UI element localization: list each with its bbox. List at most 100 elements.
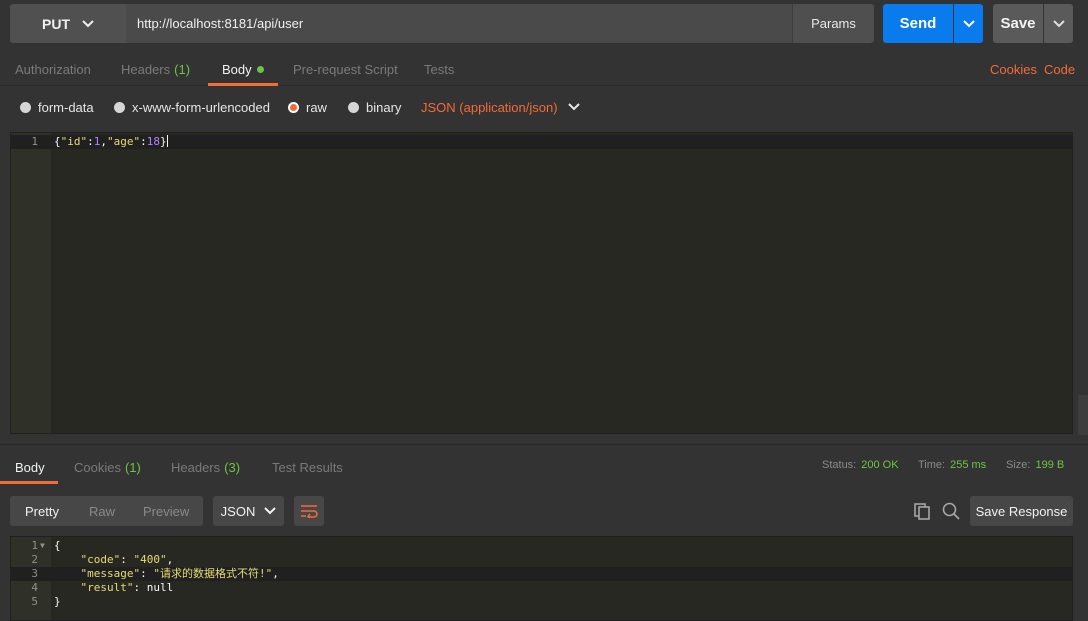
- tab-headers[interactable]: Headers (1): [121, 52, 190, 86]
- code-token: ,: [166, 553, 174, 566]
- status-label: Status:: [822, 459, 857, 471]
- view-label: Pretty: [25, 503, 59, 519]
- response-size: Size: 199 B: [1006, 450, 1064, 480]
- tab-tests[interactable]: Tests: [424, 52, 454, 86]
- radio-label: x-www-form-urlencoded: [132, 99, 270, 115]
- radio-label: binary: [366, 99, 402, 115]
- code-token: :: [140, 135, 147, 148]
- content-type-label: JSON (application/json): [421, 99, 558, 115]
- time-value: 255 ms: [950, 459, 987, 471]
- response-status: Status: 200 OK: [822, 450, 899, 480]
- copy-icon: [914, 503, 930, 520]
- save-response-button[interactable]: Save Response: [970, 496, 1073, 526]
- code-token: :: [87, 135, 94, 148]
- copy-button[interactable]: [910, 496, 934, 526]
- search-icon: [942, 502, 960, 520]
- tab-response-headers[interactable]: Headers (3): [171, 450, 240, 484]
- tab-test-results[interactable]: Test Results: [272, 450, 343, 484]
- response-format-select[interactable]: JSON: [213, 496, 284, 526]
- tab-count: (3): [224, 459, 241, 475]
- send-button[interactable]: Send: [883, 4, 953, 43]
- response-time: Time: 255 ms: [918, 450, 986, 480]
- code-token: }: [160, 135, 167, 148]
- size-label: Size:: [1006, 459, 1031, 471]
- radio-urlencoded[interactable]: x-www-form-urlencoded: [114, 90, 270, 124]
- json-value: null: [146, 581, 174, 594]
- line-number: 1: [31, 539, 38, 552]
- code-token: {: [54, 539, 61, 552]
- code-token: ,: [272, 567, 279, 580]
- tab-label: Body: [15, 459, 45, 475]
- send-label: Send: [899, 15, 937, 32]
- view-label: Raw: [89, 503, 116, 519]
- fold-arrow-icon[interactable]: ▼: [40, 539, 45, 553]
- code-line: 1 ▼ {: [11, 539, 1072, 553]
- code-token: }: [54, 595, 61, 608]
- editor-gutter: [11, 133, 51, 433]
- view-preview-button[interactable]: Preview: [143, 496, 189, 526]
- tab-label: Cookies: [74, 459, 121, 475]
- code-line: 2 "code": "400",: [11, 553, 1072, 567]
- method-select[interactable]: PUT: [10, 4, 126, 43]
- tab-count: (1): [124, 459, 141, 475]
- tab-count: (1): [174, 61, 191, 77]
- save-button[interactable]: Save: [993, 4, 1043, 43]
- content-type-select[interactable]: JSON (application/json): [421, 90, 580, 124]
- tab-label: Headers: [121, 61, 171, 77]
- tab-authorization[interactable]: Authorization: [15, 52, 91, 86]
- section-divider: [0, 444, 1088, 445]
- view-pretty-button[interactable]: Pretty: [25, 496, 59, 526]
- view-label: Preview: [143, 503, 190, 519]
- code-line: 4 "result": null: [11, 581, 1072, 595]
- tab-response-cookies[interactable]: Cookies (1): [74, 450, 141, 484]
- save-response-label: Save Response: [975, 503, 1068, 519]
- view-raw-button[interactable]: Raw: [89, 496, 115, 526]
- tab-body[interactable]: Body: [208, 52, 278, 86]
- code-link-label: Code: [1044, 61, 1076, 77]
- wrap-lines-button[interactable]: [294, 496, 324, 526]
- tab-label: Authorization: [15, 61, 91, 77]
- line-number: 2: [31, 553, 38, 566]
- active-tab-indicator: [0, 481, 58, 484]
- tab-prerequest-script[interactable]: Pre-request Script: [293, 52, 398, 86]
- chevron-down-icon: [1052, 19, 1065, 27]
- url-text: http://localhost:8181/api/user: [137, 16, 304, 31]
- params-label: Params: [811, 16, 856, 31]
- json-value: "请求的数据格式不符!": [153, 567, 273, 580]
- json-key: "message": [80, 567, 141, 580]
- line-number: 3: [31, 567, 38, 580]
- scrollbar[interactable]: [1078, 395, 1088, 435]
- radio-binary[interactable]: binary: [348, 90, 401, 124]
- line-number: 5: [31, 595, 38, 608]
- json-value: "400": [133, 553, 167, 566]
- request-body-editor[interactable]: 1 {"id":1,"age":18}: [10, 132, 1073, 434]
- size-value: 199 B: [1035, 459, 1065, 471]
- params-button[interactable]: Params: [792, 4, 874, 43]
- chevron-down-icon: [264, 507, 277, 515]
- tab-label: Pre-request Script: [293, 61, 398, 77]
- tab-label: Test Results: [272, 459, 343, 475]
- search-button[interactable]: [939, 496, 963, 526]
- radio-circle-icon: [348, 101, 359, 113]
- code-link[interactable]: Code: [1044, 52, 1075, 86]
- body-type-options: form-data x-www-form-urlencoded raw bina…: [0, 90, 1088, 124]
- send-options-button[interactable]: [954, 4, 983, 43]
- status-dot-icon: [256, 65, 264, 73]
- cookies-link[interactable]: Cookies: [990, 52, 1037, 86]
- json-key: "code": [80, 553, 121, 566]
- response-body-viewer[interactable]: 1 ▼ { 2 "code": "400", 3 "message": "请求的…: [10, 536, 1073, 621]
- radio-form-data[interactable]: form-data: [20, 90, 94, 124]
- radio-label: raw: [306, 99, 327, 115]
- url-input[interactable]: http://localhost:8181/api/user: [126, 4, 792, 43]
- save-options-button[interactable]: [1044, 4, 1073, 43]
- cookies-link-label: Cookies: [990, 61, 1037, 77]
- chevron-down-icon: [962, 19, 975, 27]
- radio-raw[interactable]: raw: [288, 90, 327, 124]
- radio-label: form-data: [38, 99, 94, 115]
- line-number: 4: [31, 581, 38, 594]
- tab-label: Headers: [171, 459, 221, 475]
- request-tabs: Authorization Headers (1) Body Pre-reque…: [0, 52, 1088, 86]
- view-mode-group: Pretty Raw Preview: [10, 496, 203, 526]
- radio-selected-icon: [288, 101, 299, 113]
- tab-response-body[interactable]: Body: [0, 450, 58, 484]
